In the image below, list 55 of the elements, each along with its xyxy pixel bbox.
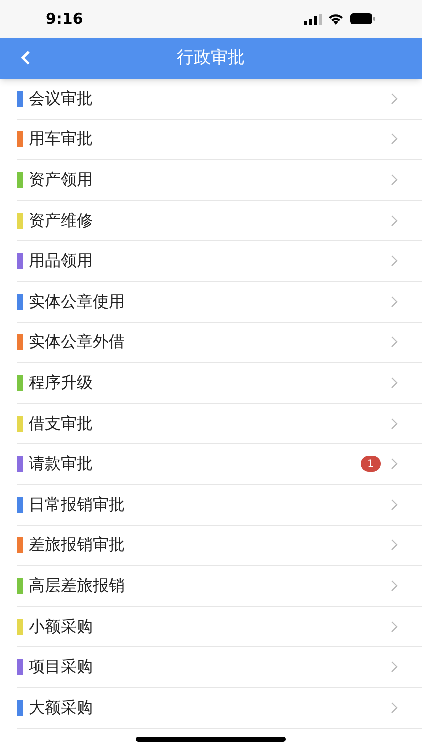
- chevron-icon: [391, 580, 398, 592]
- list-item[interactable]: 请款审批 1: [17, 444, 422, 485]
- list-item[interactable]: 借支审批: [17, 404, 422, 444]
- item-label: 高层差旅报销: [29, 574, 126, 597]
- list-item[interactable]: 高层差旅报销: [17, 566, 422, 607]
- wifi-icon: [328, 13, 344, 25]
- item-label: 差旅报销审批: [29, 534, 126, 556]
- chevron-icon: [391, 336, 398, 348]
- item-label: 用车审批: [29, 128, 94, 150]
- chevron-icon: [391, 174, 398, 186]
- list-item[interactable]: 项目采购: [17, 647, 422, 688]
- list-item[interactable]: 实体公章使用: [17, 282, 422, 323]
- item-label: 资产维修: [29, 210, 94, 232]
- item-label: 用品领用: [29, 250, 94, 272]
- list-item[interactable]: 资产维修: [17, 200, 422, 242]
- item-label: 实体公章使用: [29, 290, 126, 313]
- item-label: 资产领用: [29, 168, 94, 191]
- list-item[interactable]: 用车审批: [17, 120, 422, 160]
- item-label: 实体公章外借: [29, 331, 126, 354]
- chevron-icon: [391, 92, 398, 105]
- chevron-icon: [391, 214, 398, 227]
- item-label: 程序升级: [29, 372, 94, 394]
- list-item[interactable]: 程序升级: [17, 363, 422, 404]
- item-label: 项目采购: [29, 656, 94, 678]
- chevron-icon: [391, 539, 398, 552]
- list-item[interactable]: 会议审批: [17, 79, 422, 120]
- chevron-icon: [391, 255, 398, 268]
- chevron-icon: [391, 458, 398, 470]
- list-item[interactable]: 大额采购: [17, 688, 422, 728]
- chevron-icon: [391, 498, 398, 511]
- list-item[interactable]: 实体公章外借: [17, 322, 422, 364]
- list-item[interactable]: 资产领用: [17, 160, 422, 201]
- chevron-icon: [391, 620, 398, 633]
- chevron-icon: [391, 661, 398, 674]
- item-label: 日常报销审批: [29, 494, 126, 516]
- item-label: 会议审批: [29, 88, 94, 110]
- chevron-icon: [391, 133, 398, 146]
- list-item[interactable]: 日常报销审批: [17, 484, 422, 526]
- battery-icon: [350, 13, 376, 25]
- count-badge: 1: [360, 456, 381, 472]
- back-icon: [21, 50, 31, 66]
- item-label: 请款审批: [29, 453, 94, 476]
- page-title: 行政审批: [177, 46, 245, 70]
- chevron-icon: [391, 418, 398, 430]
- chevron-icon: [391, 702, 398, 714]
- list-item[interactable]: 用品领用: [17, 241, 422, 282]
- signal-icon: [304, 14, 322, 24]
- list-item[interactable]: 差旅报销审批: [17, 526, 422, 566]
- status-time: 9:16: [46, 8, 84, 30]
- item-label: 大额采购: [29, 696, 94, 719]
- chevron-icon: [391, 376, 398, 389]
- chevron-icon: [391, 296, 398, 308]
- list-item[interactable]: 小额采购: [17, 606, 422, 648]
- item-label: 借支审批: [29, 412, 94, 435]
- item-label: 小额采购: [29, 616, 94, 638]
